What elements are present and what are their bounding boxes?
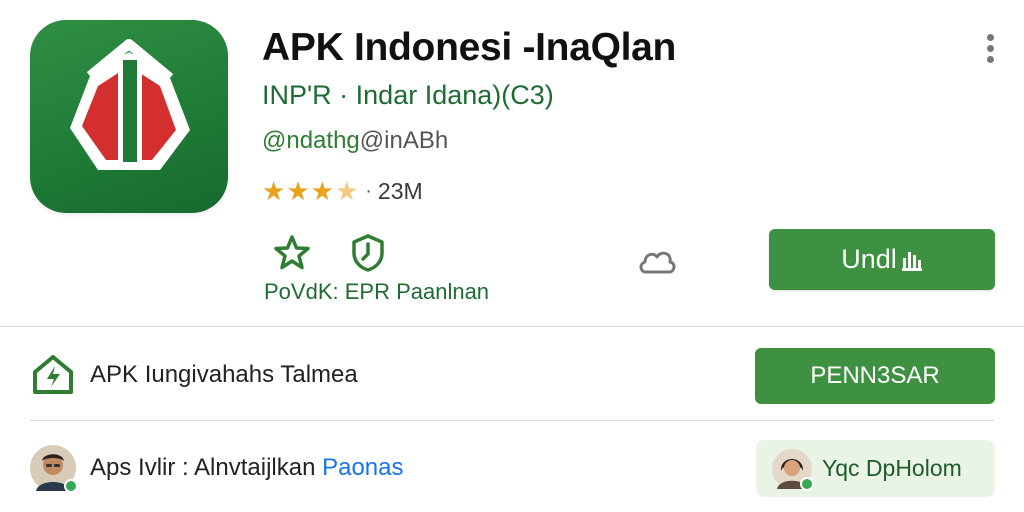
rating-row: ★ ★ ★ ★ · 23M (262, 176, 423, 206)
rating-separator: · (365, 179, 372, 202)
list-item-link[interactable]: Paonas (322, 454, 403, 481)
list-item-text: APK Iungivahahs Talmea (90, 361, 358, 388)
home-plus-icon (33, 355, 73, 394)
list-item[interactable]: APK Iungivahahs Talmea (30, 345, 358, 405)
developer-secondary: @inABh (359, 127, 449, 154)
app-icon (30, 20, 228, 213)
app-subtitle: INP'R · Indar Idana)(C3) (262, 80, 554, 110)
app-title: APK Indonesi -InaQlan (262, 26, 677, 69)
star-half-icon: ★ (334, 176, 359, 206)
row-action-button[interactable]: PENN3SAR (755, 348, 995, 404)
actions-label: PoVdK: EPR Paanlnan (264, 279, 490, 304)
app-logo-icon (70, 39, 190, 170)
developer-primary: @ndathg (262, 127, 360, 154)
contact-chip[interactable]: Yqc DpHolom (756, 440, 995, 497)
star-icon: ★ (286, 176, 310, 206)
row-divider (30, 420, 994, 421)
list-item-text: Aps Ivlir : Alnvtaijlkan Paonas (90, 454, 404, 482)
install-button[interactable]: Undl (769, 229, 995, 290)
developer-name[interactable]: @ndathg@inABh (262, 127, 448, 155)
more-vert-icon[interactable] (980, 30, 1002, 66)
list-item[interactable]: Aps Ivlir : Alnvtaijlkan Paonas (30, 438, 404, 498)
avatar (772, 448, 814, 491)
star-icon: ★ (310, 176, 334, 206)
rating-stars: ★ ★ ★ ★ (262, 178, 359, 204)
download-count: 23M (377, 177, 423, 204)
star-outline-icon[interactable] (272, 233, 312, 273)
chip-label: Yqc DpHolom (822, 455, 962, 481)
cloud-outline-icon[interactable] (636, 244, 678, 278)
section-divider (0, 326, 1024, 327)
shield-clock-icon[interactable] (348, 233, 388, 273)
avatar (30, 445, 78, 493)
star-icon: ★ (262, 176, 286, 206)
list-item-prefix: Aps Ivlir : Alnvtaijlkan (90, 454, 316, 481)
download-bars-icon (901, 251, 922, 271)
install-button-label: Undl (841, 244, 897, 274)
